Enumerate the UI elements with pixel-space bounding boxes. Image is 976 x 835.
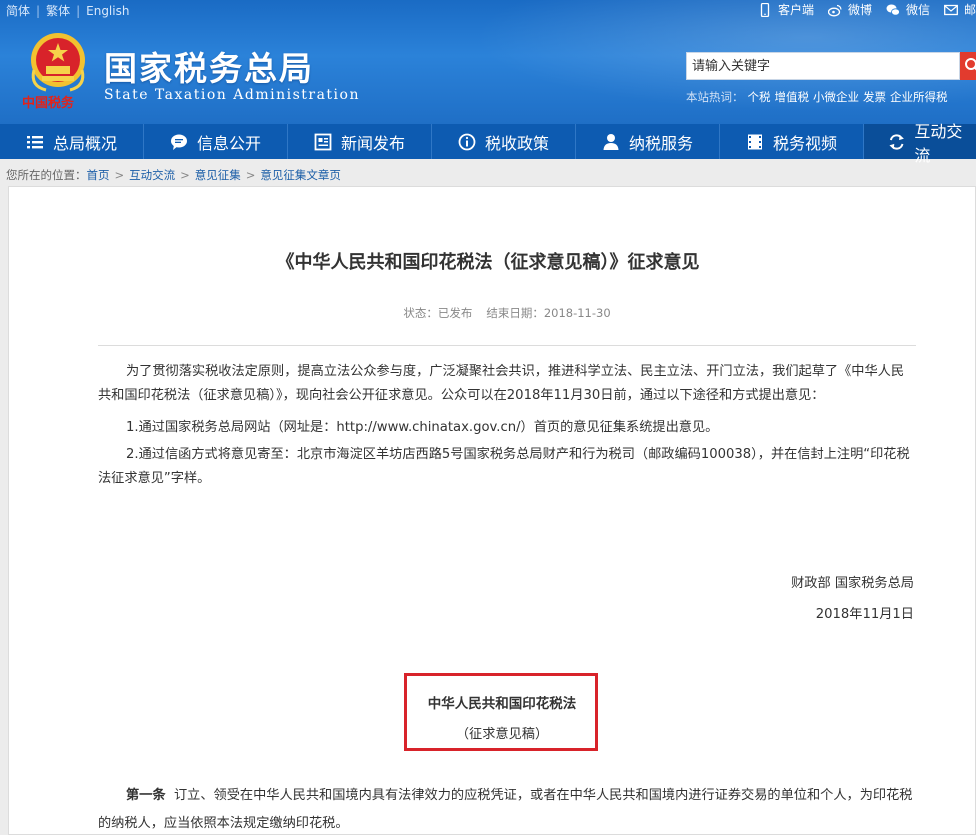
mobile-phone-icon: [760, 2, 770, 17]
search-icon: [965, 58, 976, 71]
wechat-label: 微信: [905, 3, 930, 17]
breadcrumb: 您所在的位置：首页 > 互动交流 > 意见征集 > 意见征集文章页: [6, 168, 341, 182]
end-date-label: 结束日期：: [486, 306, 544, 320]
nav-item-tax-policy[interactable]: 税收政策: [432, 124, 576, 159]
nav-label: 税务视频: [772, 133, 837, 153]
news-icon: [314, 133, 332, 150]
client-link[interactable]: 客户端: [758, 1, 814, 18]
chat-bubble-icon: [170, 134, 187, 150]
nav-label: 总局概况: [52, 133, 117, 153]
site-header: 简体 | 繁体 | English 客户端 微博 微信 邮 中国税务 国家税务总…: [0, 0, 976, 124]
person-icon: [603, 133, 619, 150]
client-label: 客户端: [777, 3, 814, 17]
nav-label: 纳税服务: [628, 133, 693, 153]
article-meta: 状态：已发布 结束日期：2018-11-30: [0, 305, 976, 321]
method-mail-paragraph: 2.通过信函方式将意见寄至：北京市海淀区羊坊店西路5号国家税务总局财产和行为税司…: [98, 447, 910, 486]
film-icon: [747, 134, 762, 149]
site-subtitle: State Taxation Administration: [104, 87, 360, 103]
hot-word[interactable]: 小微企业: [813, 90, 859, 104]
breadcrumb-home[interactable]: 首页: [87, 168, 110, 182]
lang-simplified-link[interactable]: 简体: [6, 4, 30, 18]
wechat-icon: [886, 4, 900, 16]
top-links: 客户端 微博 微信 邮: [744, 1, 976, 18]
hot-word[interactable]: 发票: [863, 90, 886, 104]
search-button[interactable]: [960, 52, 976, 80]
lang-traditional-link[interactable]: 繁体: [46, 4, 70, 18]
info-icon: [458, 133, 476, 150]
status-label: 状态：: [403, 306, 438, 320]
weibo-link[interactable]: 微博: [827, 1, 872, 18]
language-switcher: 简体 | 繁体 | English: [6, 4, 130, 18]
divider: [98, 345, 916, 346]
mail-link[interactable]: 邮: [944, 1, 976, 18]
weibo-icon: [827, 4, 842, 16]
search-input[interactable]: [686, 52, 960, 80]
nav-item-info-disclosure[interactable]: 信息公开: [144, 124, 288, 159]
nav-label: 信息公开: [196, 133, 261, 153]
main-nav: 总局概况 信息公开 新闻发布 税收政策 纳税服务 税务视频 互动交流: [0, 122, 976, 165]
article-clause: 第一条 订立、领受在中华人民共和国境内具有法律效力的应税凭证，或者在中华人民共和…: [98, 782, 916, 835]
nav-label: 互动交流: [914, 121, 963, 165]
emblem-caption: 中国税务: [22, 96, 75, 111]
article-title: 《中华人民共和国印花税法（征求意见稿）》征求意见: [276, 252, 700, 273]
law-subtitle: （征求意见稿）: [455, 727, 549, 742]
breadcrumb-opinion-collection[interactable]: 意见征集: [195, 168, 241, 182]
wechat-link[interactable]: 微信: [886, 1, 930, 18]
status-value: 已发布: [437, 306, 473, 320]
intro-paragraph: 为了贯彻落实税收法定原则，提高立法公众参与度，广泛凝聚社会共识，推进科学立法、民…: [98, 364, 905, 403]
end-date-value: 2018-11-30: [543, 306, 611, 320]
nav-item-interaction[interactable]: 互动交流: [864, 122, 976, 165]
menu-icon: [26, 135, 43, 148]
search-box: [686, 52, 976, 80]
hot-word[interactable]: 企业所得税: [890, 90, 948, 104]
nav-item-taxpayer-service[interactable]: 纳税服务: [576, 124, 720, 159]
clause-1-label: 第一条: [126, 788, 166, 803]
nav-item-tax-video[interactable]: 税务视频: [720, 124, 864, 159]
tax-emblem-icon[interactable]: [26, 30, 90, 94]
mail-label: 邮: [963, 3, 976, 17]
law-name: 中华人民共和国印花税法: [427, 696, 577, 712]
hot-word[interactable]: 增值税: [775, 90, 810, 104]
clause-1: 第一条 订立、领受在中华人民共和国境内具有法律效力的应税凭证，或者在中华人民共和…: [98, 782, 916, 835]
breadcrumb-interaction[interactable]: 互动交流: [129, 168, 175, 182]
exchange-icon: [889, 133, 904, 150]
lang-english-link[interactable]: English: [86, 4, 129, 18]
article-body: 为了贯彻落实税收法定原则，提高立法公众参与度，广泛凝聚社会共识，推进科学立法、民…: [98, 360, 916, 491]
nav-item-overview[interactable]: 总局概况: [0, 124, 144, 159]
breadcrumb-prefix: 您所在的位置：: [6, 168, 87, 182]
site-title[interactable]: 国家税务总局: [104, 42, 314, 90]
nav-item-news[interactable]: 新闻发布: [288, 124, 432, 159]
hot-word[interactable]: 个税: [748, 90, 771, 104]
hot-words-label: 本站热词：: [686, 90, 744, 104]
method-website-paragraph: 1.通过国家税务总局网站（网址是：http://www.chinatax.gov…: [126, 420, 719, 435]
breadcrumb-current[interactable]: 意见征集文章页: [260, 168, 341, 182]
hot-words: 本站热词： 个税 增值税 小微企业 发票 企业所得税: [686, 89, 948, 105]
clause-1-text: 订立、领受在中华人民共和国境内具有法律效力的应税凭证，或者在中华人民共和国境内进…: [98, 788, 913, 831]
mail-icon: [944, 4, 958, 15]
sign-date: 2018年11月1日: [815, 607, 914, 622]
nav-label: 税收政策: [484, 133, 549, 153]
signer: 财政部 国家税务总局: [791, 576, 914, 591]
nav-label: 新闻发布: [340, 133, 405, 153]
weibo-label: 微博: [847, 3, 872, 17]
top-bar: 简体 | 繁体 | English 客户端 微博 微信 邮: [0, 0, 976, 20]
